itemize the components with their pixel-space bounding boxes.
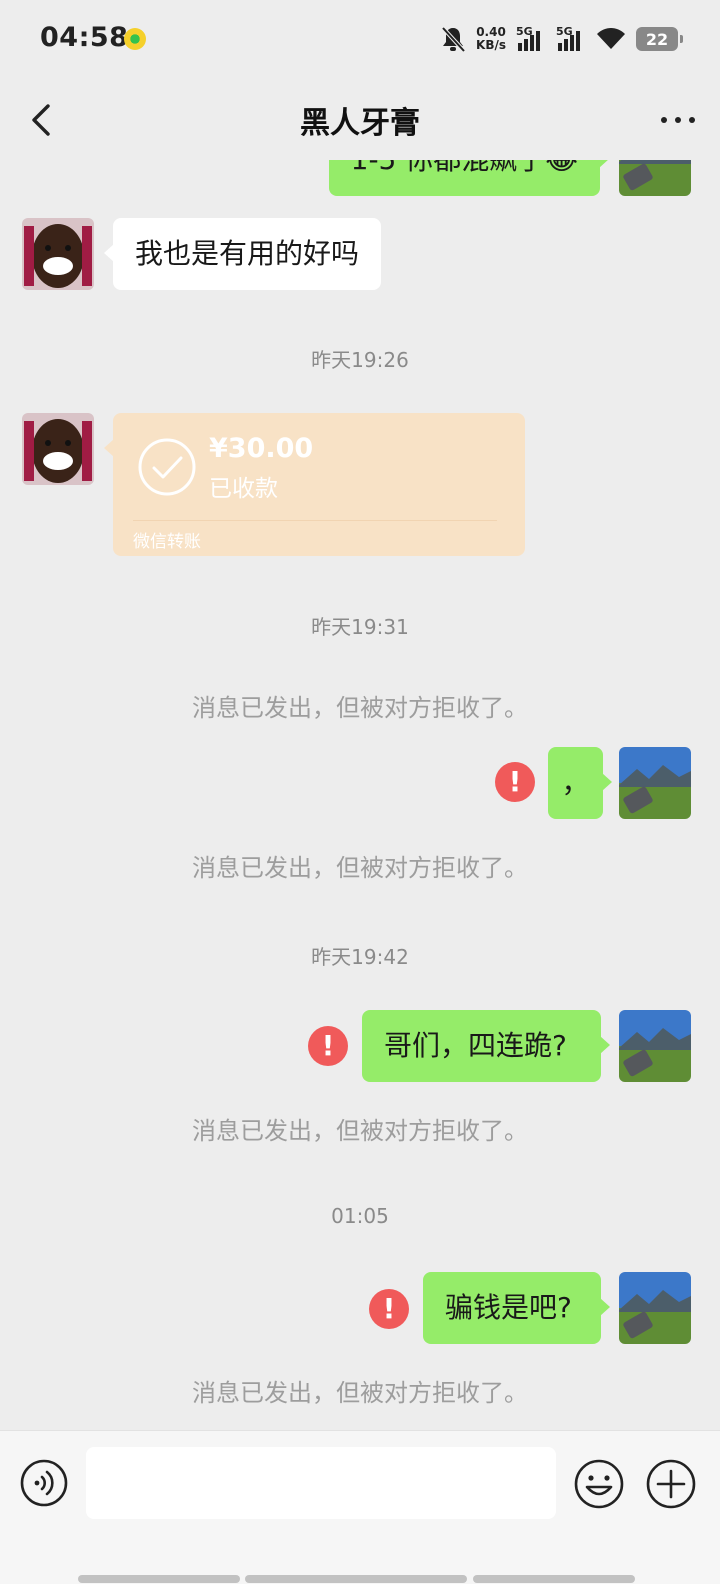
timestamp: 01:05 (331, 1204, 389, 1228)
received-message[interactable]: 我也是有用的好吗 (103, 218, 382, 290)
signal-bars-icon (558, 31, 580, 51)
message-list[interactable]: 1-5 你都混飙了😂 我也是有用的好吗 昨天19:26 (0, 160, 720, 1430)
rejected-notice: 消息已发出，但被对方拒收了。 (192, 854, 528, 882)
my-avatar[interactable] (619, 747, 691, 819)
battery-icon: 22 (636, 27, 683, 51)
contact-avatar[interactable] (22, 413, 94, 485)
status-bar: 04:58 0.40 KB/s 5G 5G 22 (0, 0, 720, 80)
my-avatar[interactable] (619, 1010, 691, 1082)
landscape-avatar-image (619, 1010, 691, 1082)
transfer-amount: ¥30.00 (209, 433, 314, 464)
sent-message-partial[interactable]: 1-5 你都混飙了😂 (328, 160, 610, 196)
my-avatar[interactable] (619, 1272, 691, 1344)
rejected-notice: 消息已发出，但被对方拒收了。 (192, 1379, 528, 1407)
nav-bar-segment[interactable] (78, 1575, 240, 1583)
face-avatar-image (22, 413, 94, 485)
my-avatar[interactable] (619, 160, 691, 196)
send-failed-icon[interactable]: ! (369, 1289, 409, 1329)
signal-2: 5G (556, 25, 586, 53)
nav-bar-segment[interactable] (245, 1575, 467, 1583)
more-dots-icon[interactable] (658, 100, 698, 140)
timestamp: 昨天19:26 (311, 348, 409, 372)
landscape-avatar-image (619, 747, 691, 819)
transfer-card[interactable]: ¥30.00 已收款 微信转账 (104, 413, 525, 556)
timestamp: 昨天19:31 (311, 615, 409, 639)
send-failed-icon[interactable]: ! (308, 1026, 348, 1066)
chat-title: 黑人牙膏 (300, 106, 420, 141)
transfer-divider (133, 520, 497, 521)
nav-bar-segment[interactable] (473, 1575, 635, 1583)
net-speed-unit: KB/s (476, 38, 506, 52)
contact-avatar[interactable] (22, 218, 94, 290)
bell-muted-icon (441, 26, 466, 53)
rejected-notice: 消息已发出，但被对方拒收了。 (192, 1117, 528, 1145)
chat-header: 黑人牙膏 (0, 80, 720, 160)
status-time: 04:58 (40, 22, 129, 53)
landscape-avatar-image (619, 1272, 691, 1344)
face-avatar-image (22, 218, 94, 290)
rejected-notice: 消息已发出，但被对方拒收了。 (192, 694, 528, 722)
net-speed: 0.40 KB/s (476, 26, 506, 52)
signal-bars-icon (518, 31, 540, 51)
music-app-icon (124, 28, 146, 50)
send-failed-icon[interactable]: ! (495, 762, 535, 802)
transfer-label: 微信转账 (133, 532, 201, 552)
sent-message[interactable]: 骗钱是吧? (423, 1272, 610, 1344)
check-circle-icon (138, 438, 196, 496)
transfer-status: 已收款 (209, 476, 278, 502)
landscape-avatar-image (619, 160, 691, 196)
wifi-icon (597, 28, 625, 49)
signal-1: 5G (516, 25, 546, 53)
plus-icon[interactable] (646, 1459, 696, 1509)
sent-message[interactable]: 哥们，四连跪? (362, 1010, 610, 1082)
voice-icon[interactable] (20, 1459, 68, 1507)
input-bar (0, 1430, 720, 1584)
message-input[interactable] (86, 1447, 556, 1519)
sent-message[interactable]: ， (548, 747, 612, 819)
timestamp: 昨天19:42 (311, 945, 409, 969)
emoji-icon[interactable] (574, 1459, 624, 1509)
status-indicators: 0.40 KB/s 5G 5G 22 (440, 22, 683, 56)
